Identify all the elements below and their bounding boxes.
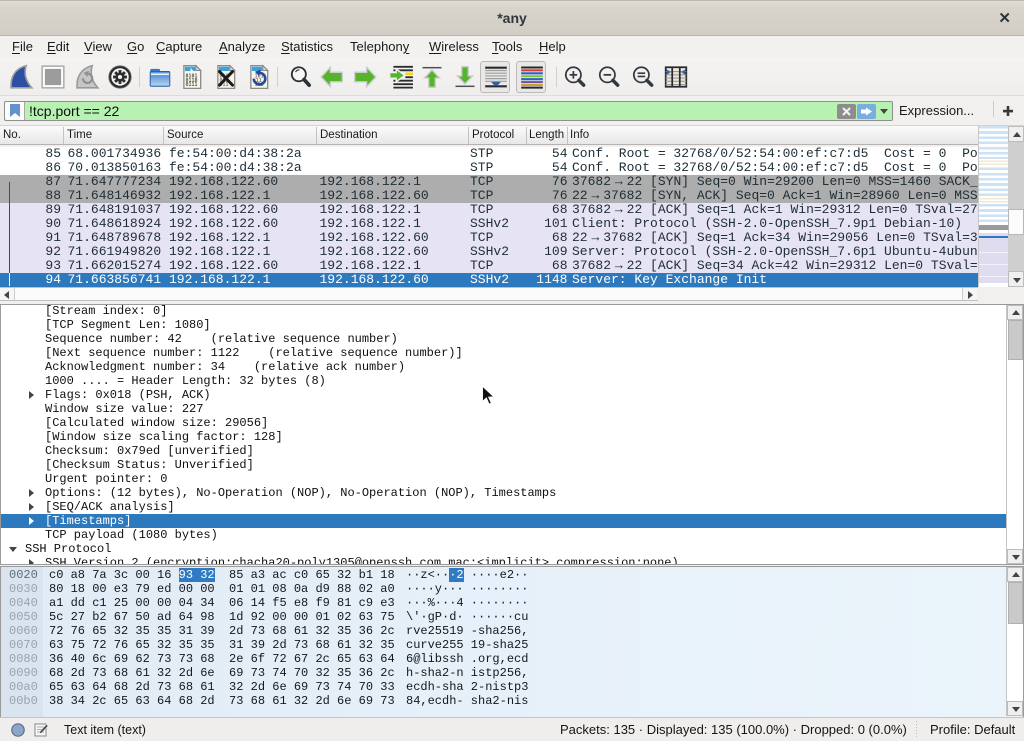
svg-text:0111: 0111 <box>186 82 198 88</box>
